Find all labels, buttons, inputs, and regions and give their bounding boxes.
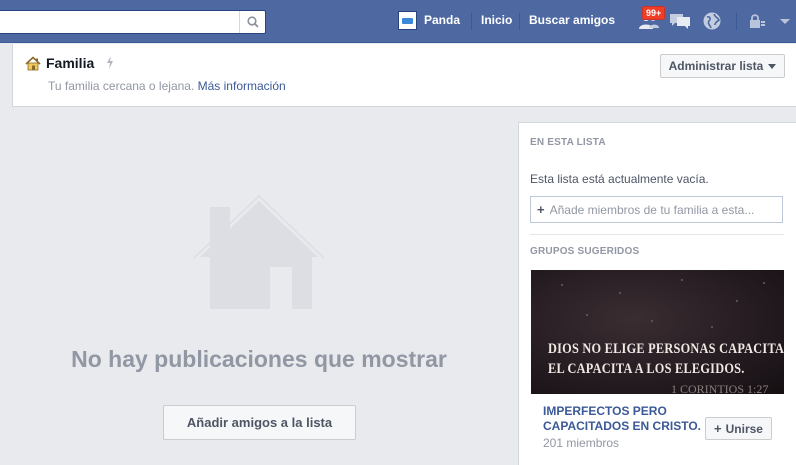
search-icon bbox=[246, 16, 259, 28]
home-link[interactable]: Inicio bbox=[481, 11, 512, 30]
add-friends-to-list-button[interactable]: Añadir amigos a la lista bbox=[163, 405, 356, 440]
nav-separator bbox=[519, 13, 520, 30]
notification-badge: 99+ bbox=[642, 6, 666, 20]
plus-icon: + bbox=[537, 202, 545, 217]
section-divider bbox=[530, 234, 784, 235]
lightning-bolt-icon bbox=[107, 56, 113, 69]
profile-link[interactable]: Panda bbox=[398, 11, 460, 30]
in-list-heading: EN ESTA LISTA bbox=[530, 137, 606, 148]
search-button[interactable] bbox=[239, 11, 265, 33]
manage-list-button[interactable]: Administrar lista bbox=[660, 54, 785, 78]
search-box[interactable] bbox=[0, 10, 266, 34]
cover-text-line: DIOS NO ELIGE PERSONAS CAPACITADAS, bbox=[548, 341, 784, 357]
description-text: Tu familia cercana o lejana. bbox=[48, 79, 195, 93]
messages-jewel[interactable] bbox=[669, 11, 691, 31]
list-header: Familia Tu familia cercana o lejana. Más… bbox=[12, 44, 796, 107]
group-name-link[interactable]: IMPERFECTOS PERO CAPACITADOS EN CRISTO. bbox=[543, 404, 703, 434]
group-cover-image[interactable]: DIOS NO ELIGE PERSONAS CAPACITADAS, EL C… bbox=[531, 270, 784, 394]
search-input[interactable] bbox=[4, 13, 234, 31]
manage-list-label: Administrar lista bbox=[668, 59, 764, 73]
top-navigation-bar: Panda Inicio Buscar amigos 99+ bbox=[0, 0, 796, 43]
avatar bbox=[398, 11, 417, 30]
suggested-groups-heading: GRUPOS SUGERIDOS bbox=[530, 246, 640, 257]
list-description: Tu familia cercana o lejana. Más informa… bbox=[48, 79, 286, 93]
find-friends-link[interactable]: Buscar amigos bbox=[529, 11, 615, 30]
join-label: Unirse bbox=[725, 421, 763, 436]
nav-separator bbox=[736, 13, 737, 30]
add-members-input[interactable]: + Añade miembros de tu familia a esta... bbox=[530, 196, 783, 223]
empty-list-text: Esta lista está actualmente vacía. bbox=[530, 172, 709, 186]
privacy-shortcuts[interactable] bbox=[746, 11, 768, 31]
house-icon bbox=[25, 56, 41, 71]
plus-icon: + bbox=[714, 421, 722, 436]
more-info-link[interactable]: Más información bbox=[198, 79, 286, 93]
nav-separator bbox=[471, 13, 472, 30]
page-title: Familia bbox=[46, 55, 95, 71]
group-member-count: 201 miembros bbox=[543, 436, 620, 450]
profile-name: Panda bbox=[424, 13, 461, 27]
empty-state-message: No hay publicaciones que mostrar bbox=[71, 346, 447, 372]
cover-text-line: EL CAPACITA A LOS ELEGIDOS. bbox=[548, 361, 745, 377]
chevron-down-icon bbox=[780, 18, 790, 24]
add-members-placeholder: Añade miembros de tu familia a esta... bbox=[549, 202, 755, 217]
messages-icon bbox=[670, 14, 690, 29]
empty-state-house-icon bbox=[193, 195, 325, 309]
join-group-button[interactable]: + Unirse bbox=[705, 417, 772, 440]
chevron-down-icon bbox=[768, 63, 777, 69]
list-sidebar: EN ESTA LISTA Esta lista está actualment… bbox=[518, 122, 796, 465]
account-menu[interactable] bbox=[774, 11, 796, 31]
lock-icon bbox=[750, 14, 765, 28]
notifications-jewel[interactable] bbox=[701, 11, 723, 31]
cover-verse: 1 CORINTIOS 1:27 bbox=[671, 382, 769, 394]
globe-icon bbox=[703, 12, 721, 30]
